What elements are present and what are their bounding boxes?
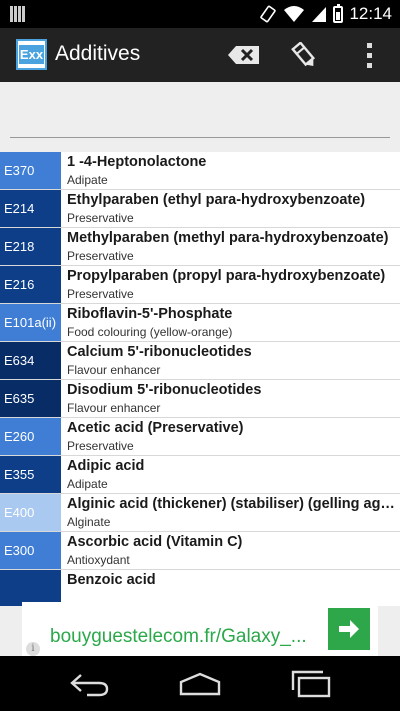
status-icons: 12:14 (259, 3, 392, 24)
list-item[interactable]: E635 Disodium 5'-ribonucleotides Flavour e… (0, 380, 400, 418)
additive-name: Ethylparaben (ethyl para-hydroxybenzoate… (67, 192, 366, 208)
back-icon[interactable] (67, 670, 111, 698)
edit-pencil-icon[interactable] (291, 42, 319, 70)
app-title: Additives (55, 42, 141, 65)
additive-name: 1 -4-Heptonolactone (67, 154, 207, 170)
additive-code: E214 (0, 190, 61, 227)
additive-category: Adipate (67, 477, 108, 491)
list-item[interactable]: E300 Ascorbic acid (Vitamin C) Antioxydant (0, 532, 400, 570)
additive-category: Flavour enhancer (67, 363, 161, 377)
ad-info-icon[interactable]: i (26, 642, 40, 656)
wifi-icon (284, 6, 305, 22)
action-bar: Exx Additives (0, 28, 400, 82)
additive-code: E218 (0, 228, 61, 265)
ad-banner: bouyguestelecom.fr/Galaxy_... i (0, 602, 400, 660)
recents-icon[interactable] (289, 670, 333, 698)
additive-category: Food colouring (yellow-orange) (67, 325, 233, 339)
list-item[interactable]: E101a(ii) Riboflavin-5'-Phosphate Food col… (0, 304, 400, 342)
navigation-bar (0, 656, 400, 711)
list-item[interactable]: E214 Ethylparaben (ethyl para-hydroxybenz… (0, 190, 400, 228)
status-bar: 12:14 (0, 0, 400, 28)
additive-list[interactable]: E370 1 -4-Heptonolactone Adipate E214 Ethylp… (0, 152, 400, 606)
additive-category: Preservative (67, 249, 134, 263)
additive-name: Acetic acid (Preservative) (67, 420, 244, 436)
additive-code: E260 (0, 418, 61, 455)
ad-content[interactable]: bouyguestelecom.fr/Galaxy_... i (22, 602, 378, 660)
additive-name: Adipic acid (67, 458, 145, 474)
additive-code (0, 570, 61, 606)
additive-code: E634 (0, 342, 61, 379)
list-item[interactable]: Benzoic acid (0, 570, 400, 606)
ad-text[interactable]: bouyguestelecom.fr/Galaxy_... (50, 626, 307, 648)
additive-code: E635 (0, 380, 61, 417)
additive-name: Methylparaben (methyl para-hydroxybenzoa… (67, 230, 389, 246)
additive-name: Riboflavin-5'-Phosphate (67, 306, 233, 322)
search-input[interactable] (10, 102, 390, 138)
main-content: E370 1 -4-Heptonolactone Adipate E214 Ethylp… (0, 82, 400, 606)
additive-code: E355 (0, 456, 61, 493)
additive-name: Calcium 5'-ribonucleotides (67, 344, 252, 360)
list-item[interactable]: E260 Acetic acid (Preservative) Preservati… (0, 418, 400, 456)
home-icon[interactable] (178, 670, 222, 698)
additive-category: Preservative (67, 211, 134, 225)
additive-category: Preservative (67, 439, 134, 453)
additive-category: Adipate (67, 173, 108, 187)
list-item[interactable]: E634 Calcium 5'-ribonucleotides Flavour en… (0, 342, 400, 380)
signal-icon (312, 7, 327, 22)
additive-category: Preservative (67, 287, 134, 301)
additive-code: E300 (0, 532, 61, 569)
list-item[interactable]: E400 Alginic acid (thickener) (stabiliser… (0, 494, 400, 532)
notification-icon (10, 6, 26, 22)
additive-category: Alginate (67, 515, 111, 529)
app-icon-text: Exx (18, 45, 45, 64)
rotate-icon (260, 5, 277, 23)
ad-go-button[interactable] (328, 608, 370, 650)
additive-category: Antioxydant (67, 553, 130, 567)
additive-name: Disodium 5'-ribonucleotides (67, 382, 262, 398)
additive-code: E216 (0, 266, 61, 303)
additive-name: Ascorbic acid (Vitamin C) (67, 534, 243, 550)
list-item[interactable]: E355 Adipic acid Adipate (0, 456, 400, 494)
additive-name: Alginic acid (thickener) (stabiliser) (g… (67, 496, 396, 512)
additive-name: Benzoic acid (67, 572, 156, 588)
additive-code: E370 (0, 152, 61, 189)
search-area (0, 82, 400, 152)
backspace-clear-icon[interactable] (227, 45, 261, 65)
additive-category: Flavour enhancer (67, 401, 161, 415)
additive-code: E400 (0, 494, 61, 531)
list-item[interactable]: E218 Methylparaben (methyl para-hydroxybe… (0, 228, 400, 266)
additive-name: Propylparaben (propyl para-hydroxybenzoa… (67, 268, 386, 284)
app-icon[interactable]: Exx (16, 39, 47, 70)
overflow-menu-icon[interactable] (358, 40, 380, 70)
list-item[interactable]: E370 1 -4-Heptonolactone Adipate (0, 152, 400, 190)
battery-icon (333, 3, 344, 23)
additive-code: E101a(ii) (0, 304, 61, 341)
list-item[interactable]: E216 Propylparaben (propyl para-hydroxybe… (0, 266, 400, 304)
clock: 12:14 (349, 4, 392, 23)
arrow-right-icon (339, 620, 359, 638)
